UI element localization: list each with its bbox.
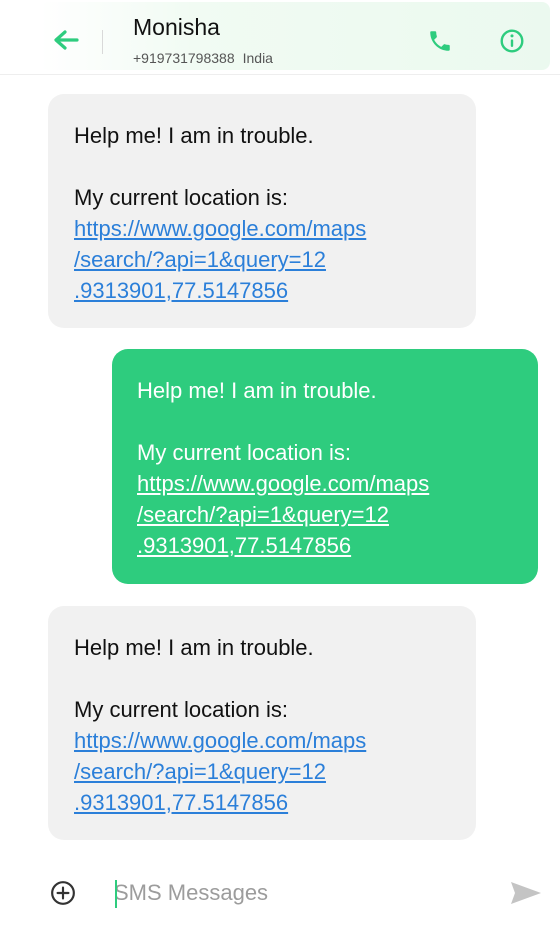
add-attachment-button[interactable] xyxy=(48,878,78,908)
message-text: Help me! I am in trouble. My current loc… xyxy=(74,120,366,306)
message-text: Help me! I am in trouble. My current loc… xyxy=(137,375,429,561)
message-input[interactable] xyxy=(114,874,474,912)
message-bubble-incoming[interactable]: Help me! I am in trouble. My current loc… xyxy=(48,606,476,840)
send-button[interactable] xyxy=(508,878,544,908)
header-divider xyxy=(102,30,103,54)
message-line: Help me! I am in trouble. xyxy=(74,635,314,660)
header-separator xyxy=(0,74,560,75)
contact-phone-number: +919731798388 xyxy=(133,50,235,66)
phone-icon xyxy=(430,31,450,51)
message-line: My current location is: xyxy=(74,185,288,210)
info-icon xyxy=(500,29,524,53)
message-line: Help me! I am in trouble. xyxy=(74,123,314,148)
location-link[interactable]: .9313901,77.5147856 xyxy=(74,787,366,818)
contact-country: India xyxy=(242,50,273,66)
message-bubble-incoming[interactable]: Help me! I am in trouble. My current loc… xyxy=(48,94,476,328)
info-button[interactable] xyxy=(497,26,527,56)
location-link[interactable]: /search/?api=1&query=12 xyxy=(74,756,366,787)
message-text: Help me! I am in trouble. My current loc… xyxy=(74,632,366,818)
sms-conversation-screen: Monisha +919731798388 India Help me! I am… xyxy=(0,0,560,949)
location-link[interactable]: .9313901,77.5147856 xyxy=(137,530,429,561)
conversation-header: Monisha +919731798388 India xyxy=(0,0,560,74)
message-bubble-outgoing[interactable]: Help me! I am in trouble. My current loc… xyxy=(112,349,538,584)
add-circle-icon xyxy=(51,881,75,905)
contact-details: +919731798388 India xyxy=(133,50,273,66)
header-background xyxy=(40,2,550,70)
message-gap xyxy=(137,406,429,437)
location-link[interactable]: https://www.google.com/maps xyxy=(74,213,366,244)
message-line: Help me! I am in trouble. xyxy=(137,378,377,403)
location-link[interactable]: https://www.google.com/maps xyxy=(137,468,429,499)
send-icon xyxy=(511,882,541,904)
message-gap xyxy=(74,151,366,182)
location-link[interactable]: https://www.google.com/maps xyxy=(74,725,366,756)
location-link[interactable]: /search/?api=1&query=12 xyxy=(74,244,366,275)
location-link[interactable]: .9313901,77.5147856 xyxy=(74,275,366,306)
call-button[interactable] xyxy=(425,26,455,56)
message-line: My current location is: xyxy=(137,440,351,465)
message-gap xyxy=(74,663,366,694)
arrow-left-icon xyxy=(54,30,79,50)
message-line: My current location is: xyxy=(74,697,288,722)
text-cursor xyxy=(115,880,117,908)
location-link[interactable]: /search/?api=1&query=12 xyxy=(137,499,429,530)
contact-name: Monisha xyxy=(133,14,220,40)
back-button[interactable] xyxy=(50,24,82,56)
